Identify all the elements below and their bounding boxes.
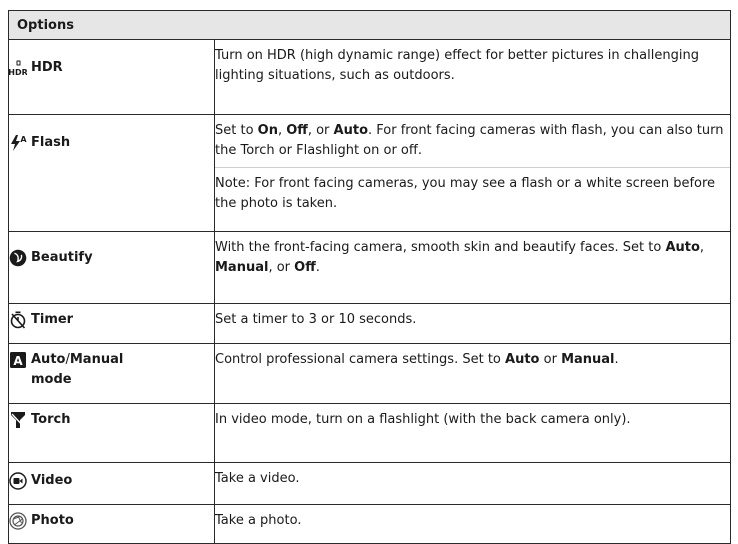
table-header-row: Options xyxy=(7,10,732,40)
flash-auto-icon: A xyxy=(9,133,27,153)
option-row-torch: Torch In video mode, turn on a flashligh… xyxy=(8,403,732,463)
option-row-photo: Photo Take a photo. xyxy=(8,504,732,544)
option-description: Set to On, Off, or Auto. For front facin… xyxy=(215,123,724,158)
option-description: Set a timer to 3 or 10 seconds. xyxy=(215,312,417,327)
option-name: Torch xyxy=(31,412,71,427)
timer-icon xyxy=(9,310,27,330)
svg-text:A: A xyxy=(13,354,23,368)
svg-text:HDR: HDR xyxy=(9,68,27,76)
table-title: Options xyxy=(17,18,74,33)
video-record-icon xyxy=(9,471,27,491)
torch-icon xyxy=(9,410,27,430)
option-row-auto-manual-mode: A Auto/Manual mode Control professional c… xyxy=(8,343,732,404)
option-row-video: Video Take a video. xyxy=(8,462,732,505)
option-name: Auto/Manual mode xyxy=(31,352,124,387)
option-name: HDR xyxy=(31,60,63,75)
auto-mode-icon: A xyxy=(9,350,27,370)
option-name: Beautify xyxy=(31,250,93,265)
svg-text:A: A xyxy=(20,135,27,144)
option-note: Note: For front facing cameras, you may … xyxy=(215,167,731,214)
beautify-face-icon xyxy=(9,248,27,268)
option-row-timer: Timer Set a timer to 3 or 10 seconds. xyxy=(8,303,732,344)
option-name: Flash xyxy=(31,135,71,150)
option-name: Timer xyxy=(31,312,74,327)
option-name: Video xyxy=(31,473,73,488)
option-description: In video mode, turn on a flashlight (wit… xyxy=(215,412,631,427)
option-row-beautify: Beautify With the front-facing camera, s… xyxy=(8,231,732,304)
option-description: With the front-facing camera, smooth ski… xyxy=(215,240,705,275)
option-row-flash: A Flash Set to On, Off, or Auto. For fro… xyxy=(8,114,732,232)
option-description: Take a photo. xyxy=(215,513,302,528)
option-name: Photo xyxy=(31,513,74,528)
option-row-hdr: HDR HDR Turn on HDR (high dynamic range)… xyxy=(8,39,732,115)
option-description: Control professional camera settings. Se… xyxy=(215,352,619,367)
options-table: Options HDR HDR Turn on HDR (high dynami… xyxy=(7,10,732,544)
photo-shutter-icon xyxy=(9,511,27,531)
hdr-icon: HDR xyxy=(9,58,27,78)
option-description: Take a video. xyxy=(215,471,300,486)
option-description: Turn on HDR (high dynamic range) effect … xyxy=(215,48,699,83)
